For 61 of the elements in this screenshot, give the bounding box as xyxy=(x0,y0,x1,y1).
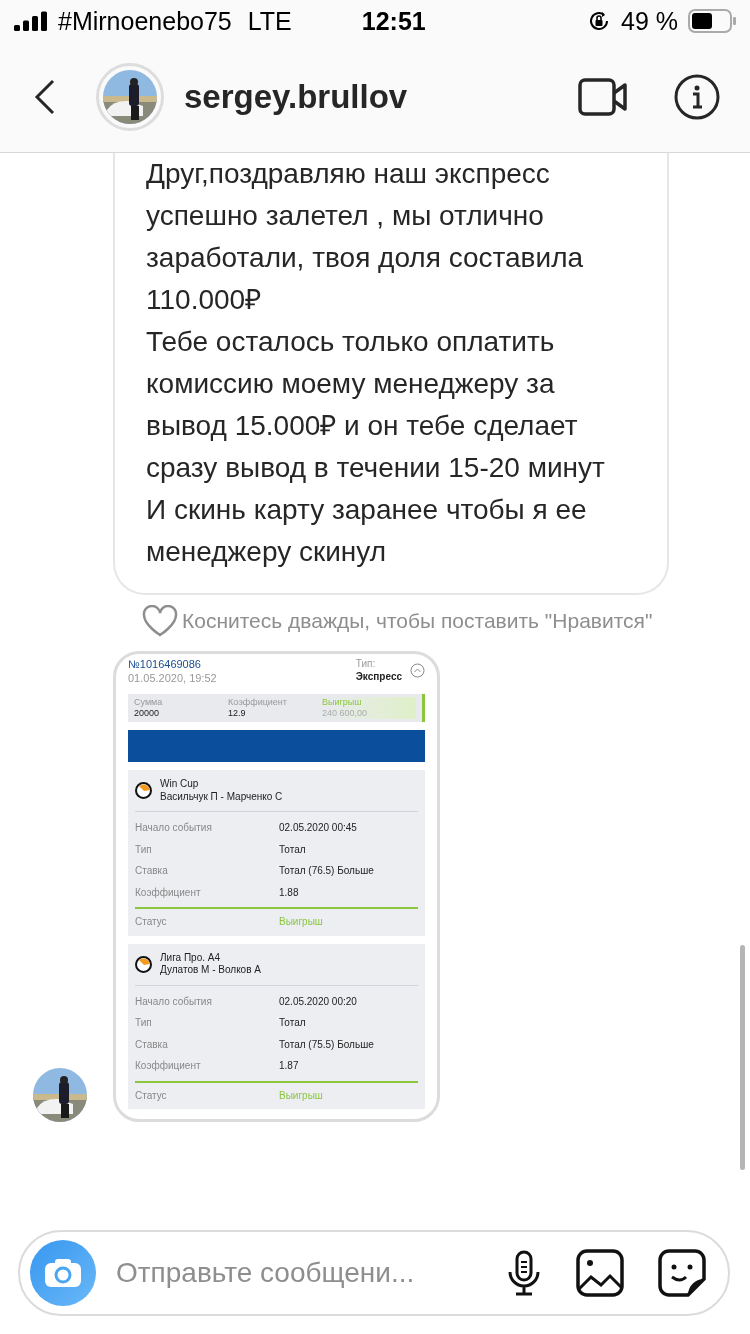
summary-label: Сумма xyxy=(134,696,164,708)
avatar[interactable] xyxy=(96,63,164,131)
message-text: И скинь карту заранее чтобы я ее менеджеру скинул xyxy=(146,493,588,569)
field-value: Тотал (75.5) Больше xyxy=(279,1038,375,1051)
message-text: Тебе осталось только оплатить комиссию моему менеджеру за вывод 15.000₽ и он тебе сделает сразу вывод в течении 15-20 минут xyxy=(146,325,606,485)
status-label: Статус xyxy=(135,1089,168,1102)
bet-number: №1016469086 xyxy=(128,658,202,672)
summary-value: 240 600,00 xyxy=(322,707,369,719)
type-label: Тип: xyxy=(355,658,377,671)
ball-icon xyxy=(135,782,152,799)
camera-button[interactable] xyxy=(30,1240,96,1306)
ball-icon xyxy=(135,955,152,973)
match-name: Васильчук П - Марченко С xyxy=(160,790,283,803)
field-value: 1.87 xyxy=(279,1060,300,1073)
league-name: Лига Про. А4 xyxy=(160,951,221,964)
field-label: Коэффициент xyxy=(135,886,202,899)
type-value: Экспресс xyxy=(355,670,402,683)
summary-value: 12.9 xyxy=(228,707,247,719)
league-name: Win Cup xyxy=(160,778,200,791)
field-label: Начало события xyxy=(135,995,213,1008)
bet-slip-screenshot[interactable] xyxy=(113,651,440,1122)
bet-date: 01.05.2020, 19:52 xyxy=(128,671,217,686)
field-label: Ставка xyxy=(135,865,169,878)
field-label: Тип xyxy=(135,843,153,856)
summary-label: Выигрыш xyxy=(322,696,363,708)
heart-icon[interactable] xyxy=(142,605,178,637)
microphone-icon[interactable] xyxy=(506,1250,542,1296)
like-hint: Коснитесь дважды, чтобы поставить "Нравится" xyxy=(182,609,653,633)
field-label: Начало события xyxy=(135,822,213,835)
network-type: LTE xyxy=(247,6,292,36)
field-label: Коэффициент xyxy=(135,1060,202,1073)
field-label: Ставка xyxy=(135,1038,169,1051)
carrier-name: #Mirnoenebo75 xyxy=(58,6,232,36)
message-text: Друг,поздравляю наш экспресс успешно залетел , мы отлично заработали, твоя доля составила 110.000₽ xyxy=(146,157,585,317)
field-value: Тотал xyxy=(279,843,307,856)
summary-label: Коэффициент xyxy=(228,696,288,708)
status-label: Статус xyxy=(135,916,168,929)
battery-icon xyxy=(688,9,736,33)
signal-icon xyxy=(14,11,48,31)
field-value: 1.88 xyxy=(279,886,300,899)
message-input[interactable]: Отправьте сообщени... xyxy=(114,1256,488,1290)
rotation-lock-icon xyxy=(587,9,611,33)
battery-percent: 49 % xyxy=(621,6,678,36)
image-icon[interactable] xyxy=(576,1249,624,1297)
field-value: Тотал (76.5) Больше xyxy=(279,865,375,878)
video-camera-icon[interactable] xyxy=(578,78,628,116)
field-label: Тип xyxy=(135,1017,153,1030)
field-value: 02.05.2020 00:45 xyxy=(279,822,358,835)
collapse-icon xyxy=(410,663,425,678)
field-value: Тотал xyxy=(279,1017,307,1030)
status-value: Выигрыш xyxy=(279,1089,324,1102)
match-name: Дулатов М - Волков А xyxy=(160,964,261,977)
info-icon[interactable] xyxy=(674,74,720,120)
camera-icon xyxy=(44,1258,82,1288)
field-value: 02.05.2020 00:20 xyxy=(279,995,358,1008)
username[interactable]: sergey.brullov xyxy=(184,78,558,116)
summary-value: 20000 xyxy=(134,707,161,719)
back-icon[interactable] xyxy=(34,79,56,115)
clock-time: 12:51 xyxy=(361,6,427,36)
status-value: Выигрыш xyxy=(279,916,324,929)
sticker-icon[interactable] xyxy=(658,1249,706,1297)
